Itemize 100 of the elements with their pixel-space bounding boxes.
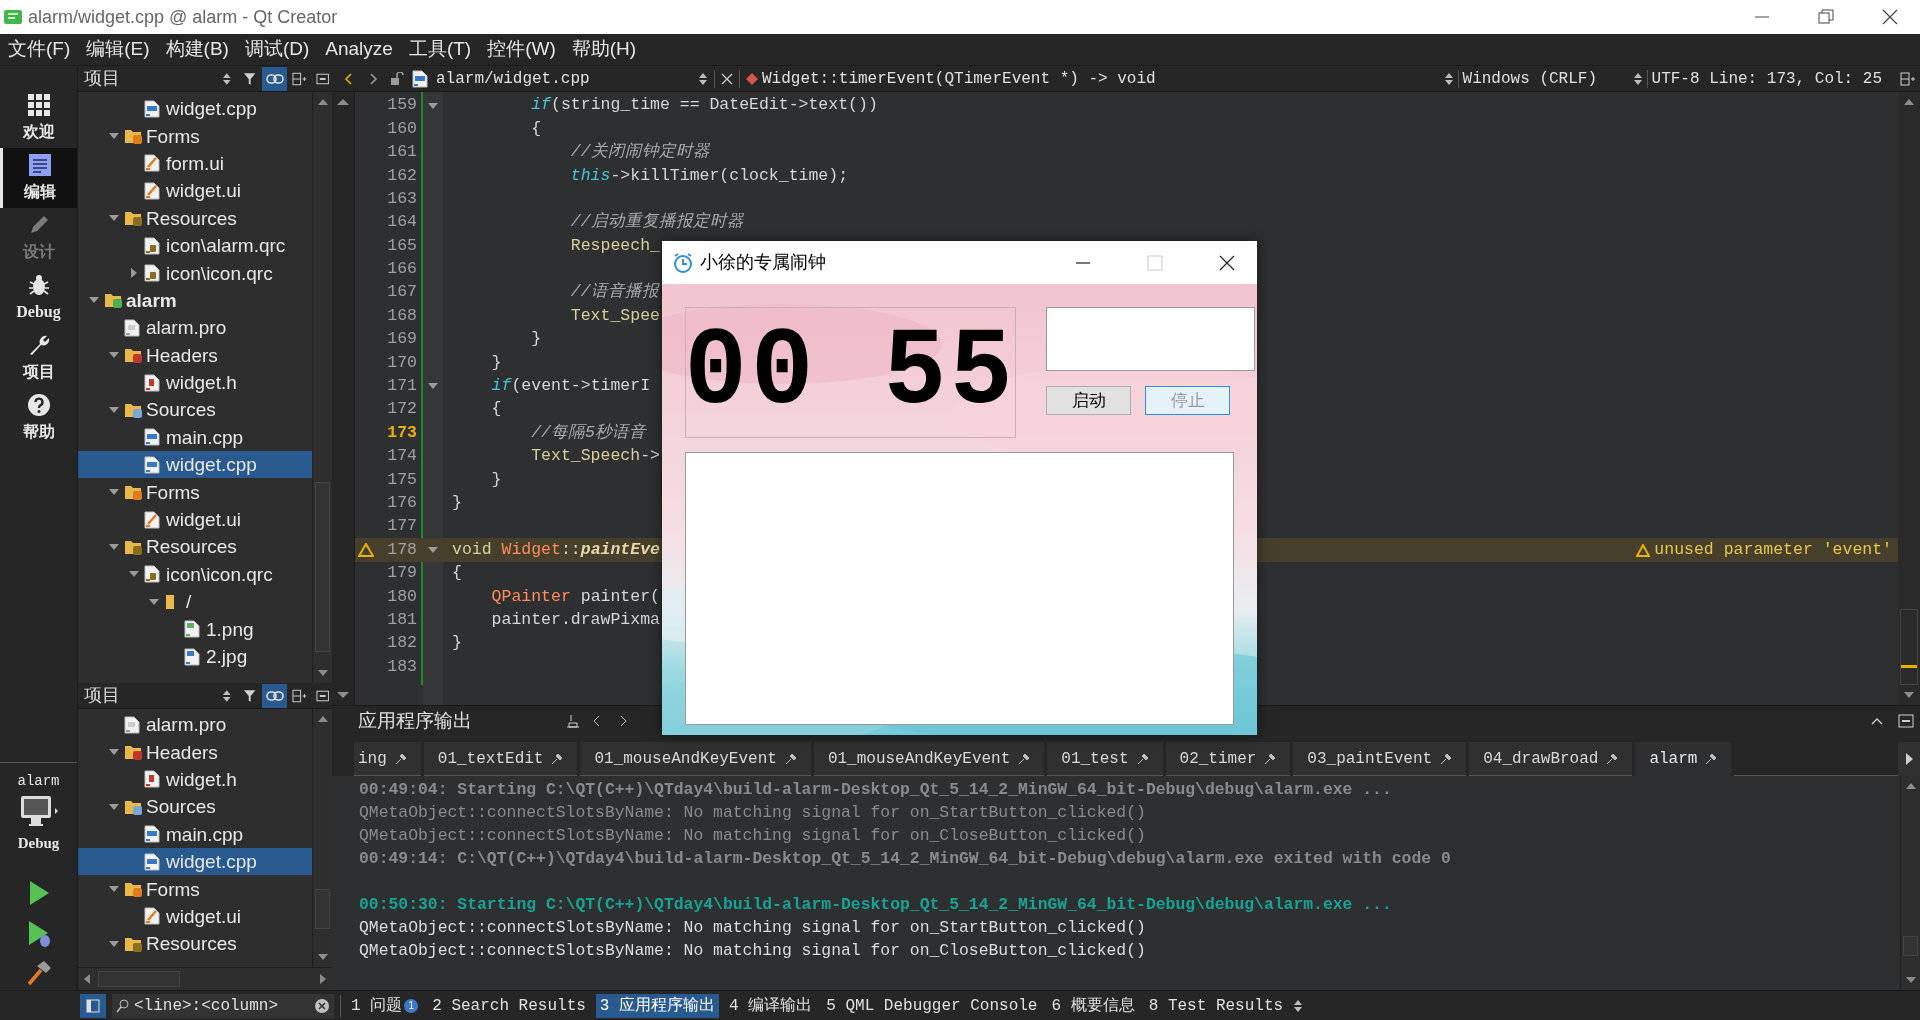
up-down-icon[interactable]: [1293, 998, 1304, 1013]
output-pane-button[interactable]: 6 概要信息: [1047, 993, 1139, 1018]
output-pane-button[interactable]: 3 应用程序输出: [595, 993, 720, 1018]
menu-item[interactable]: Analyze: [321, 35, 397, 64]
line-ending-selector[interactable]: Windows (CRLF): [1462, 66, 1633, 91]
output-tab[interactable]: 01_test: [1047, 742, 1163, 776]
clear-icon[interactable]: [565, 713, 581, 729]
tree-item[interactable]: icon\icon.qrc: [78, 560, 312, 589]
up-down-icon[interactable]: [221, 688, 232, 703]
tree-item[interactable]: widget.h: [78, 765, 312, 794]
pin-icon[interactable]: [1136, 752, 1149, 765]
tab-scroll-button[interactable]: [1898, 742, 1920, 776]
tree-item[interactable]: widget.ui: [78, 177, 312, 205]
close-icon[interactable]: [1882, 9, 1898, 25]
tree-item[interactable]: 2.jpg: [78, 642, 312, 671]
restore-icon[interactable]: [1818, 9, 1834, 25]
menu-item[interactable]: 编辑(E): [82, 35, 154, 64]
pin-icon[interactable]: [1606, 752, 1619, 765]
up-down-icon[interactable]: [1632, 71, 1643, 86]
tree-item[interactable]: form.ui: [78, 149, 312, 178]
output-tab[interactable]: 01_textEdit: [423, 742, 578, 776]
tree-item[interactable]: Forms: [78, 875, 312, 903]
output-pane-button[interactable]: 1 问题 1: [347, 993, 423, 1018]
tree-item[interactable]: icon\alarm.qrc: [78, 231, 312, 260]
tree-item[interactable]: widget.cpp: [78, 451, 312, 479]
output-tab[interactable]: 03_paintEvent: [1293, 742, 1467, 776]
output-pane-button[interactable]: 8 Test Results: [1144, 993, 1288, 1018]
tree-item[interactable]: icon\icon.qrc: [78, 259, 312, 287]
close-panel-icon[interactable]: [315, 689, 329, 702]
up-down-icon[interactable]: [1443, 71, 1454, 86]
tree-item[interactable]: /: [78, 588, 312, 616]
menu-item[interactable]: 文件(F): [4, 35, 75, 64]
pin-icon[interactable]: [394, 752, 407, 765]
close-panel-icon[interactable]: [315, 72, 329, 85]
tree-item[interactable]: alarm: [78, 286, 312, 315]
tree-item[interactable]: alarm.pro: [78, 711, 312, 739]
output-pane-button[interactable]: 2 Search Results: [428, 993, 590, 1018]
split-icon[interactable]: [292, 687, 308, 704]
pin-icon[interactable]: [1264, 752, 1277, 765]
tree-item[interactable]: widget.ui: [78, 902, 312, 931]
tree-item[interactable]: Resources: [78, 204, 312, 232]
tree-item[interactable]: Headers: [78, 738, 312, 766]
output-tab[interactable]: ing: [354, 742, 421, 776]
tree-item[interactable]: Forms: [78, 478, 312, 506]
locator-field[interactable]: <line>:<column>: [112, 993, 334, 1018]
tree-item[interactable]: Forms: [78, 122, 312, 150]
tree-item[interactable]: main.cpp: [78, 423, 312, 452]
mode-button[interactable]: 项目: [0, 328, 77, 388]
output-tab[interactable]: 02_timer: [1165, 742, 1291, 776]
tree-item[interactable]: widget.h: [78, 368, 312, 397]
pin-icon[interactable]: [1440, 752, 1453, 765]
tree-item[interactable]: widget.cpp: [78, 95, 312, 123]
symbol-selector[interactable]: Widget::timerEvent(QTimerEvent *) -> void: [762, 66, 1156, 91]
tree-item[interactable]: alarm.pro: [78, 314, 312, 342]
pin-icon[interactable]: [1705, 753, 1718, 765]
menu-item[interactable]: 帮助(H): [567, 35, 641, 64]
tree-item[interactable]: Sources: [78, 396, 312, 424]
tree-item[interactable]: Sources: [78, 793, 312, 821]
link-toggle[interactable]: [262, 66, 288, 91]
clear-icon[interactable]: [314, 997, 330, 1014]
tree-item[interactable]: Resources: [78, 930, 312, 958]
output-tab[interactable]: alarm: [1635, 742, 1732, 776]
tree-item[interactable]: main.cpp: [78, 820, 312, 848]
pin-icon[interactable]: [551, 752, 564, 765]
menu-item[interactable]: 构建(B): [161, 35, 233, 64]
menu-item[interactable]: 调试(D): [240, 35, 314, 64]
mode-button[interactable]: Debug: [0, 268, 77, 328]
output-tab[interactable]: 04_drawBroad: [1469, 742, 1633, 776]
line-number: 166: [386, 258, 417, 281]
split-icon[interactable]: [292, 70, 308, 87]
output-pane-button[interactable]: 5 QML Debugger Console: [822, 993, 1042, 1018]
mode-button[interactable]: 编辑: [0, 148, 77, 208]
tree-item[interactable]: Headers: [78, 341, 312, 369]
lock-icon[interactable]: [390, 71, 404, 86]
close-icon[interactable]: [1219, 254, 1235, 271]
sidebar-toggle[interactable]: [80, 993, 106, 1018]
tree-item[interactable]: widget.cpp: [78, 847, 312, 876]
menu-item[interactable]: 工具(T): [404, 35, 476, 64]
mode-button[interactable]: 帮助: [0, 388, 77, 448]
split-icon[interactable]: [1900, 70, 1916, 87]
output-tab[interactable]: 01_mouseAndKeyEvent: [813, 742, 1045, 776]
pin-icon[interactable]: [1018, 752, 1031, 765]
output-pane-button[interactable]: 4 编译输出: [725, 993, 817, 1018]
up-down-icon[interactable]: [221, 71, 232, 86]
tree-item[interactable]: Resources: [78, 533, 312, 561]
scroll-thumb[interactable]: [1900, 609, 1918, 685]
tree-item[interactable]: widget.ui: [78, 505, 312, 534]
tree-item[interactable]: 1.png: [78, 615, 312, 643]
mode-button[interactable]: 欢迎: [0, 88, 77, 148]
dialog-button[interactable]: 启动: [1046, 386, 1131, 415]
time-input[interactable]: [1046, 307, 1255, 371]
maximize-icon[interactable]: [1870, 716, 1884, 726]
output-tab[interactable]: 01_mouseAndKeyEvent: [580, 742, 811, 776]
menu-item[interactable]: 控件(W): [483, 35, 560, 64]
hammer-icon[interactable]: [25, 960, 52, 986]
up-down-icon[interactable]: [698, 71, 708, 86]
link-toggle[interactable]: [262, 683, 288, 708]
close-panel-icon[interactable]: [1898, 714, 1914, 728]
file-name[interactable]: alarm/widget.cpp: [436, 66, 698, 91]
pin-icon[interactable]: [784, 752, 797, 765]
